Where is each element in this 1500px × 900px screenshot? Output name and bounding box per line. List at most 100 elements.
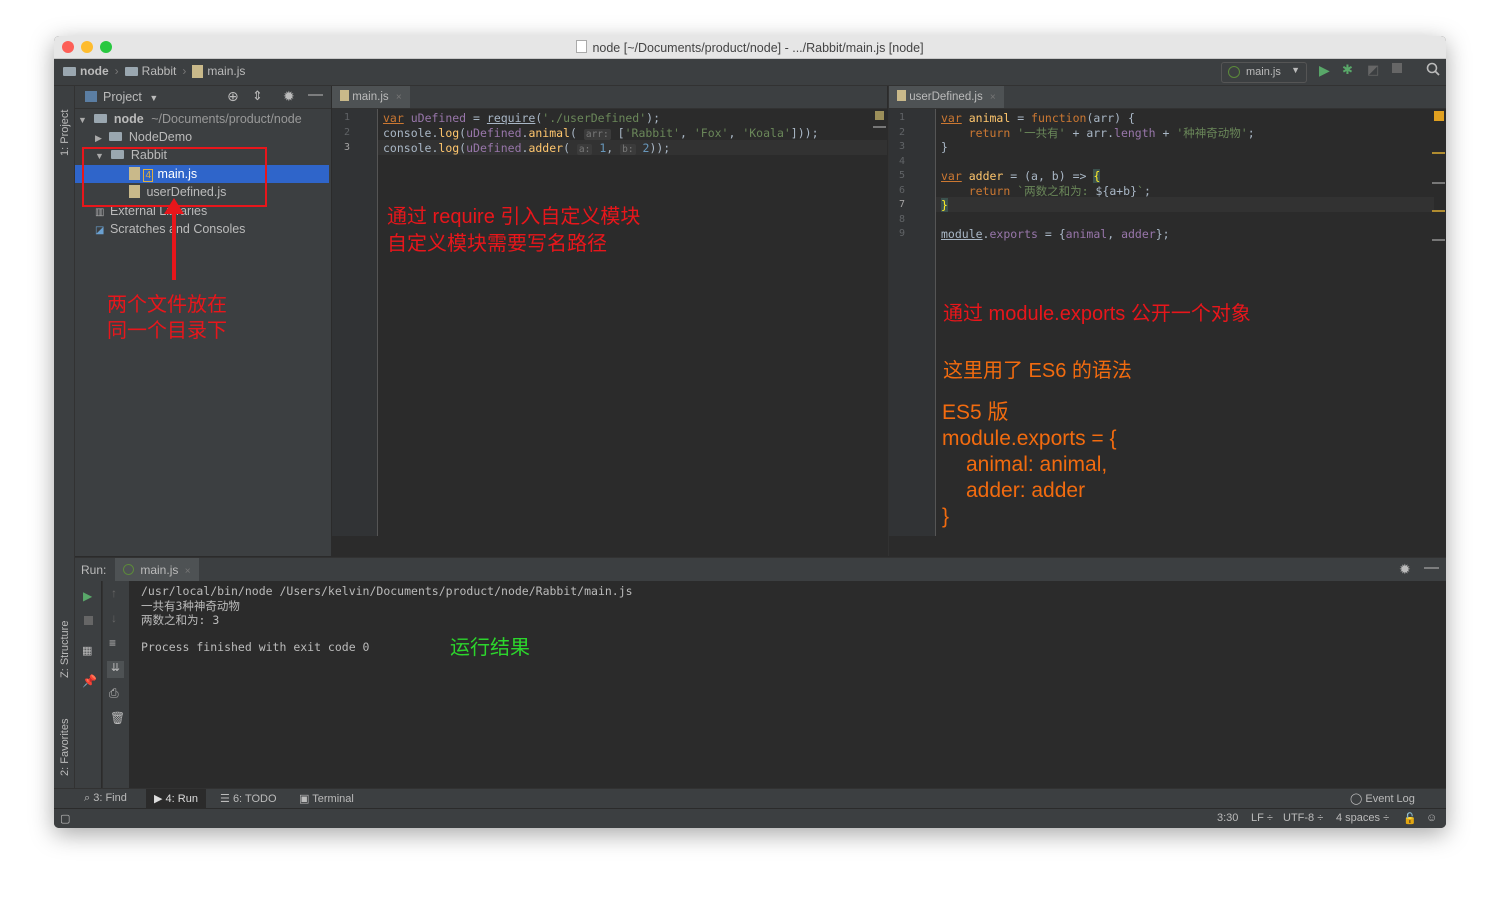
close-tab-icon[interactable]: × <box>185 566 191 577</box>
lock-icon[interactable]: 🔓 <box>1403 812 1417 825</box>
tool-button-todo[interactable]: ☰ 6: TODO <box>220 792 277 805</box>
chevron-down-icon: ▼ <box>149 93 159 103</box>
run-panel-body: ▶ ▦ 📌 ↑ ↓ ≡ ⇊ ⎙ 🗑 /usr/local/bin/node /U… <box>75 581 1446 788</box>
code-line-5: var adder = (a, b) => { <box>941 169 1101 183</box>
tool-button-run[interactable]: ▶ 4: Run <box>146 789 206 809</box>
event-log-icon: ◯ <box>1350 793 1363 805</box>
status-bar: ▢ 3:30 LF ÷ UTF-8 ÷ 4 spaces ÷ 🔓 ☺ <box>54 808 1446 828</box>
console-line: Process finished with exit code 0 <box>141 640 370 654</box>
console-line: /usr/local/bin/node /Users/kelvin/Docume… <box>141 584 633 598</box>
rerun-icon[interactable]: ▶ <box>83 589 92 603</box>
node-icon <box>1228 66 1240 78</box>
run-toolbar-secondary: ↑ ↓ ≡ ⇊ ⎙ 🗑 <box>102 581 129 788</box>
arrow-up-icon[interactable]: ↑ <box>111 586 117 600</box>
close-tab-icon[interactable]: × <box>396 92 402 103</box>
tree-item-scratches[interactable]: ◪ Scratches and Consoles <box>95 220 245 238</box>
breadcrumb-item-main[interactable]: main.js <box>207 64 245 78</box>
code-area[interactable]: var uDefined = require('./userDefined');… <box>378 109 887 536</box>
gear-icon[interactable]: ✹ <box>1399 561 1411 578</box>
caret-position[interactable]: 3:30 <box>1217 812 1238 824</box>
scroll-marker <box>1432 239 1445 241</box>
scroll-to-end-icon[interactable]: ⇊ <box>107 661 124 678</box>
folder-icon <box>94 114 108 123</box>
tool-window-bar: ⌕ 3: Find ▶ 4: Run ☰ 6: TODO ▣ Terminal … <box>54 788 1446 809</box>
folder-icon <box>63 66 76 76</box>
ide-window: node [~/Documents/product/node] - .../Ra… <box>54 36 1446 828</box>
stop-icon[interactable] <box>84 616 93 625</box>
inspector-icon[interactable]: ☺ <box>1426 812 1437 824</box>
run-tab-main-js[interactable]: main.js × <box>115 558 199 582</box>
tab-main-js[interactable]: main.js × <box>332 86 410 108</box>
scroll-marker <box>873 126 886 128</box>
gear-icon[interactable]: ✹ <box>283 88 295 105</box>
left-tool-stripe: 1: Project Z: Structure 2: Favorites ★ <box>54 86 75 806</box>
play-icon: ▶ <box>154 793 163 805</box>
js-file-icon <box>897 90 906 101</box>
run-panel-header: Run: main.js × ✹ — <box>75 557 1446 582</box>
line-separator[interactable]: LF ÷ <box>1251 812 1273 824</box>
search-icon: ⌕ <box>84 792 91 804</box>
line-number-gutter: 1 2 3 <box>332 109 378 536</box>
run-button[interactable]: ▶ <box>1319 62 1330 79</box>
annotation-run-result: 运行结果 <box>450 637 530 659</box>
editor-main-js: main.js × 1 2 3 var uDefined = require('… <box>332 86 887 556</box>
console-line: 两数之和为: 3 <box>141 613 220 627</box>
library-icon: ▥ <box>95 207 105 218</box>
tab-userdefined-js[interactable]: userDefined.js × <box>889 86 1004 108</box>
arrow-down-icon[interactable]: ↓ <box>111 611 117 625</box>
navigation-bar: node › Rabbit › main.js main.js ▼ ▶ ✱ ◩ <box>54 59 1446 86</box>
project-panel-header: Project ▼ ⊕ ⇕ ✹ — <box>75 86 331 109</box>
tool-button-terminal[interactable]: ▣ Terminal <box>299 792 354 805</box>
trash-icon[interactable]: 🗑 <box>110 711 125 725</box>
toggle-tool-windows-icon[interactable]: ▢ <box>60 812 70 825</box>
search-icon[interactable] <box>1426 62 1440 79</box>
code-line-2: return '一共有' + arr.length + '种神奇动物'; <box>968 126 1255 140</box>
window-title: node [~/Documents/product/node] - .../Ra… <box>54 40 1446 55</box>
print-icon[interactable]: ⎙ <box>109 686 119 701</box>
run-configuration-select[interactable]: main.js ▼ <box>1221 62 1307 83</box>
pin-icon[interactable]: 📌 <box>82 674 97 688</box>
annotation-same-directory: 两个文件放在 同一个目录下 <box>107 294 227 342</box>
tree-item-node-root[interactable]: ▼ node ~/Documents/product/node <box>78 110 302 128</box>
scroll-marker <box>1432 152 1445 154</box>
debug-bug-icon[interactable]: ✱ <box>1342 62 1353 78</box>
document-icon <box>576 40 588 53</box>
title-bar: node [~/Documents/product/node] - .../Ra… <box>54 36 1446 59</box>
expand-arrow-icon: ▼ <box>78 115 87 125</box>
warning-marker[interactable] <box>1434 111 1444 121</box>
locate-icon[interactable]: ⊕ <box>227 88 239 105</box>
tree-item-nodedemo[interactable]: ▶ NodeDemo <box>95 128 192 146</box>
current-line-highlight <box>936 197 1434 212</box>
tool-button-find[interactable]: ⌕ 3: Find <box>84 792 127 805</box>
collapse-icon[interactable]: ⇕ <box>252 88 263 104</box>
editor-tab-bar: main.js × <box>332 86 887 109</box>
stop-icon[interactable] <box>1392 63 1402 73</box>
annotation-require: 通过 require 引入自定义模块 自定义模块需要写名路径 <box>387 206 641 255</box>
chevron-down-icon: ▼ <box>1291 65 1300 75</box>
code-line-1: var uDefined = require('./userDefined'); <box>383 111 661 125</box>
tool-button-event-log[interactable]: ◯ Event Log <box>1350 792 1415 805</box>
soft-wrap-icon[interactable]: ≡ <box>109 636 116 650</box>
code-line-1: var animal = function(arr) { <box>941 111 1135 125</box>
project-view-select[interactable]: Project ▼ <box>103 90 158 104</box>
code-line-3: } <box>941 140 948 154</box>
breadcrumb-item-node[interactable]: node <box>80 64 109 78</box>
close-tab-icon[interactable]: × <box>990 92 996 103</box>
arrow-head-icon <box>164 198 184 214</box>
code-line-2: console.log(uDefined.animal( arr: ['Rabb… <box>383 126 819 140</box>
indent-setting[interactable]: 4 spaces ÷ <box>1336 812 1389 824</box>
js-file-icon <box>340 90 349 101</box>
project-panel: Project ▼ ⊕ ⇕ ✹ — ▼ node ~/Documents/pro… <box>75 86 332 556</box>
file-encoding[interactable]: UTF-8 ÷ <box>1283 812 1323 824</box>
terminal-icon: ▣ <box>299 793 310 805</box>
run-toolbar-primary: ▶ ▦ 📌 <box>75 581 101 788</box>
coverage-icon[interactable]: ◩ <box>1367 62 1379 78</box>
code-line-6: return `两数之和为: ${a+b}`; <box>968 184 1151 198</box>
restore-layout-icon[interactable]: ▦ <box>82 644 92 657</box>
scratches-icon: ◪ <box>95 225 105 236</box>
inspection-marker[interactable] <box>875 111 884 120</box>
hide-icon[interactable]: — <box>1424 559 1439 576</box>
scroll-marker <box>1432 210 1445 212</box>
hide-icon[interactable]: — <box>308 86 323 103</box>
breadcrumb-item-rabbit[interactable]: Rabbit <box>142 64 177 78</box>
